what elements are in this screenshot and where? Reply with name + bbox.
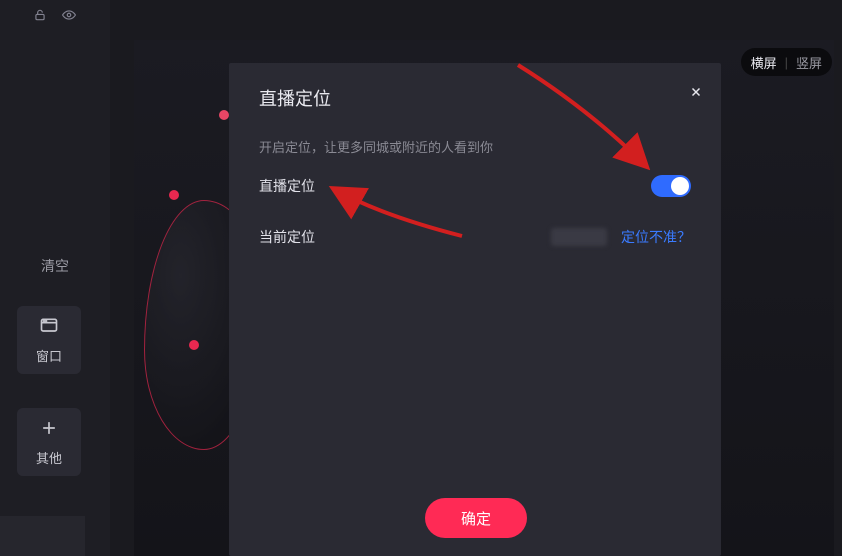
current-location-value-blurred (551, 228, 607, 246)
close-button[interactable] (689, 85, 703, 104)
location-inaccurate-link[interactable]: 定位不准？ (621, 227, 691, 247)
orientation-toggle[interactable]: 横屏 | 竖屏 (741, 48, 832, 76)
sidebar-bottom-strip (0, 516, 85, 556)
window-icon (38, 316, 60, 340)
modal-title: 直播定位 (259, 85, 331, 111)
preview-art-dots (189, 340, 199, 350)
modal-subtext: 开启定位，让更多同城或附近的人看到你 (259, 137, 493, 156)
unlock-icon[interactable] (33, 8, 47, 25)
row-live-location: 直播定位 (259, 175, 691, 197)
sidebar-top-icons (0, 8, 110, 25)
row-label: 当前定位 (259, 227, 315, 247)
plus-icon (39, 418, 59, 442)
sidebar-item-window[interactable]: 窗口 (17, 306, 81, 374)
orientation-landscape[interactable]: 横屏 (751, 53, 777, 72)
toggle-knob (671, 177, 689, 195)
confirm-button[interactable]: 确定 (425, 498, 527, 538)
location-toggle[interactable] (651, 175, 691, 197)
orientation-separator: | (785, 55, 788, 70)
sidebar-item-label: 窗口 (36, 346, 62, 365)
location-modal: 直播定位 开启定位，让更多同城或附近的人看到你 直播定位 当前定位 定位不准？ … (229, 63, 721, 556)
sidebar-item-other[interactable]: 其他 (17, 408, 81, 476)
orientation-portrait[interactable]: 竖屏 (796, 53, 822, 72)
sidebar-item-label: 其他 (36, 448, 62, 467)
eye-icon[interactable] (61, 8, 77, 25)
row-current-location: 当前定位 定位不准？ (259, 227, 691, 247)
clear-link[interactable]: 清空 (0, 256, 110, 276)
row-label: 直播定位 (259, 176, 315, 196)
sidebar: 清空 窗口 其他 (0, 0, 110, 556)
